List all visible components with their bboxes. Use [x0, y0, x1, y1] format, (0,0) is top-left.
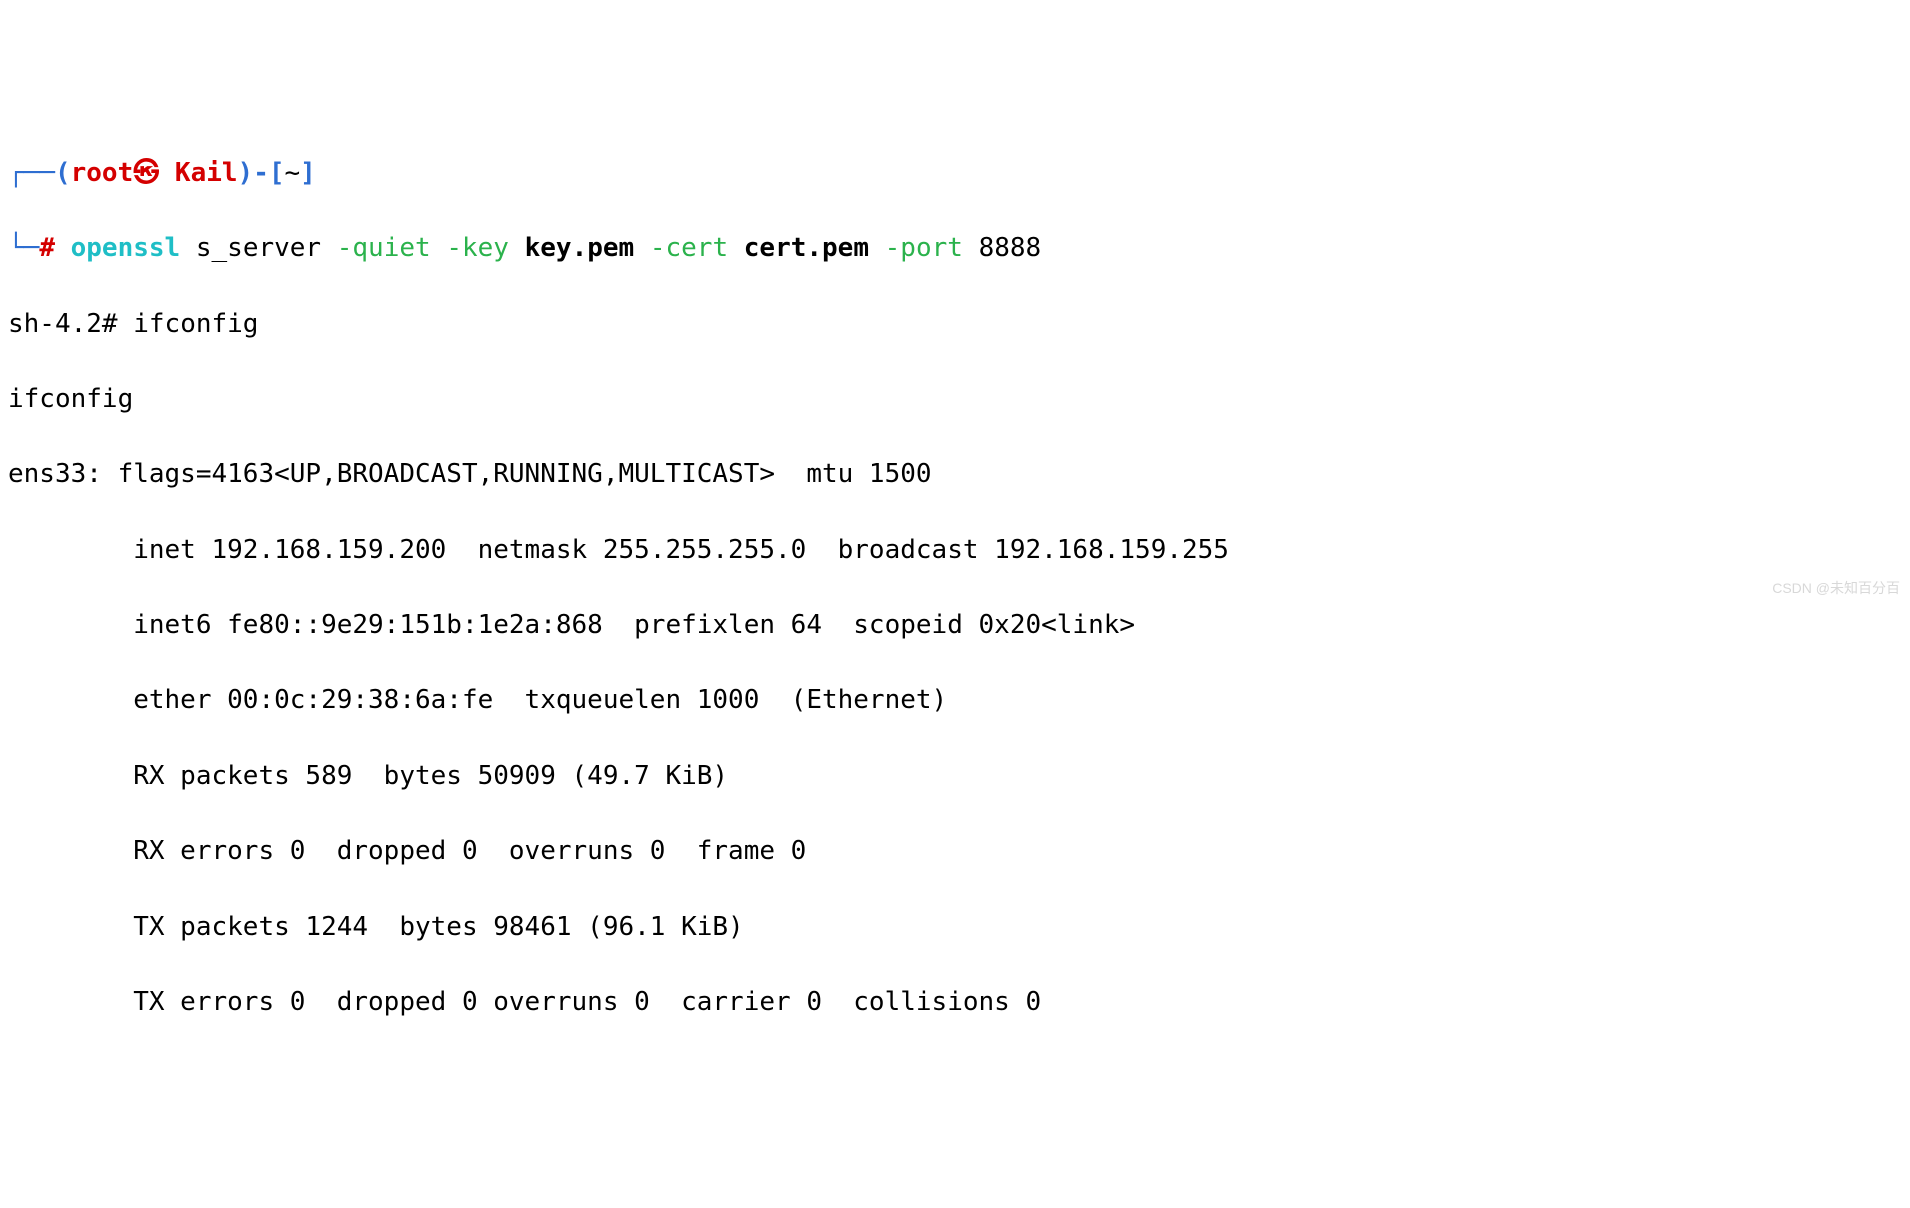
ifconfig-tx-errors: TX errors 0 dropped 0 overruns 0 carrier… [8, 984, 1902, 1022]
prompt-user: root [71, 158, 134, 188]
cmd-openssl: openssl [71, 233, 181, 263]
prompt-line-1: ┌──(root㉿ Kail)-[~] [8, 155, 1902, 193]
ifconfig-ether: ether 00:0c:29:38:6a:fe txqueuelen 1000 … [8, 682, 1902, 720]
arg-certfile: cert.pem [744, 233, 885, 263]
prompt-paren-close: ) [238, 158, 254, 188]
ifconfig-inet6: inet6 fe80::9e29:151b:1e2a:868 prefixlen… [8, 607, 1902, 645]
flag-quiet: -quiet [337, 233, 447, 263]
flag-cert: -cert [650, 233, 744, 263]
shell-cmd: ifconfig [133, 309, 258, 339]
prompt-bracket-close: ] [300, 158, 316, 188]
ifconfig-iface: ens33: flags=4163<UP,BROADCAST,RUNNING,M… [8, 456, 1902, 494]
arg-keyfile: key.pem [525, 233, 650, 263]
flag-key: -key [446, 233, 524, 263]
ifconfig-rx-packets: RX packets 589 bytes 50909 (49.7 KiB) [8, 758, 1902, 796]
ifconfig-tx-packets: TX packets 1244 bytes 98461 (96.1 KiB) [8, 909, 1902, 947]
flag-port: -port [885, 233, 979, 263]
shell-prompt-line[interactable]: sh-4.2# ifconfig [8, 306, 1902, 344]
prompt-cwd: ~ [285, 158, 301, 188]
prompt-box-top: ┌──( [8, 158, 71, 188]
ifconfig-inet: inet 192.168.159.200 netmask 255.255.255… [8, 532, 1902, 570]
prompt-hash: # [39, 233, 70, 263]
cmd-subcommand: s_server [180, 233, 337, 263]
shell-prompt: sh-4.2# [8, 309, 133, 339]
prompt-line-2[interactable]: └─# openssl s_server -quiet -key key.pem… [8, 230, 1902, 268]
prompt-box-bottom: └─ [8, 233, 39, 263]
watermark-text: CSDN @未知百分百 [1772, 578, 1900, 598]
prompt-at-icon: ㉿ [133, 158, 159, 188]
arg-port: 8888 [979, 233, 1042, 263]
prompt-host: Kail [159, 158, 237, 188]
ifconfig-rx-errors: RX errors 0 dropped 0 overruns 0 frame 0 [8, 833, 1902, 871]
prompt-dash: -[ [253, 158, 284, 188]
shell-echo-line: ifconfig [8, 381, 1902, 419]
